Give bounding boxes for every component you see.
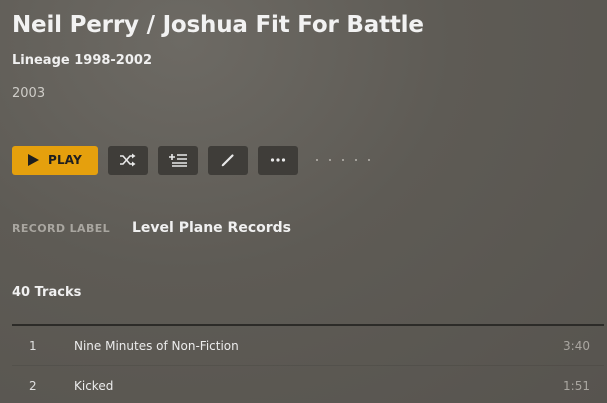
more-icon bbox=[270, 158, 286, 162]
edit-icon bbox=[221, 154, 234, 167]
rating-dot[interactable] bbox=[329, 159, 331, 161]
add-to-queue-icon bbox=[169, 154, 187, 167]
play-label: PLAY bbox=[47, 153, 83, 167]
rating-dots[interactable] bbox=[316, 159, 381, 161]
shuffle-button[interactable] bbox=[108, 145, 148, 175]
album-subtitle[interactable]: Lineage 1998-2002 bbox=[12, 53, 152, 68]
rating-dot[interactable] bbox=[316, 159, 318, 161]
play-button[interactable]: PLAY bbox=[12, 145, 98, 175]
album-toolbar: PLAY bbox=[12, 145, 381, 175]
play-icon bbox=[27, 154, 39, 166]
record-label-key: RECORD LABEL bbox=[12, 221, 111, 235]
rating-dot[interactable] bbox=[355, 159, 357, 161]
track-title[interactable]: Kicked bbox=[74, 379, 544, 393]
album-title: Neil Perry / Joshua Fit For Battle bbox=[12, 12, 424, 38]
shuffle-icon bbox=[120, 153, 136, 167]
track-title[interactable]: Nine Minutes of Non-Fiction bbox=[74, 339, 544, 353]
track-number: 2 bbox=[29, 378, 37, 393]
track-row[interactable]: 1 Nine Minutes of Non-Fiction 3:40 bbox=[12, 326, 604, 366]
album-page: Neil Perry / Joshua Fit For Battle Linea… bbox=[12, 0, 607, 403]
rating-dot[interactable] bbox=[342, 159, 344, 161]
track-number: 1 bbox=[29, 338, 37, 353]
track-row[interactable]: 2 Kicked 1:51 bbox=[12, 366, 604, 403]
track-list: 1 Nine Minutes of Non-Fiction 3:40 2 Kic… bbox=[12, 324, 604, 403]
record-label-value[interactable]: Level Plane Records bbox=[132, 220, 291, 236]
add-to-queue-button[interactable] bbox=[158, 145, 198, 175]
tracks-count-heading: 40 Tracks bbox=[12, 285, 82, 300]
record-label-row: RECORD LABEL Level Plane Records bbox=[12, 220, 291, 236]
album-year: 2003 bbox=[12, 86, 46, 101]
track-duration: 3:40 bbox=[563, 338, 590, 353]
track-duration: 1:51 bbox=[563, 378, 590, 393]
edit-button[interactable] bbox=[208, 145, 248, 175]
rating-dot[interactable] bbox=[368, 159, 370, 161]
more-button[interactable] bbox=[258, 145, 298, 175]
